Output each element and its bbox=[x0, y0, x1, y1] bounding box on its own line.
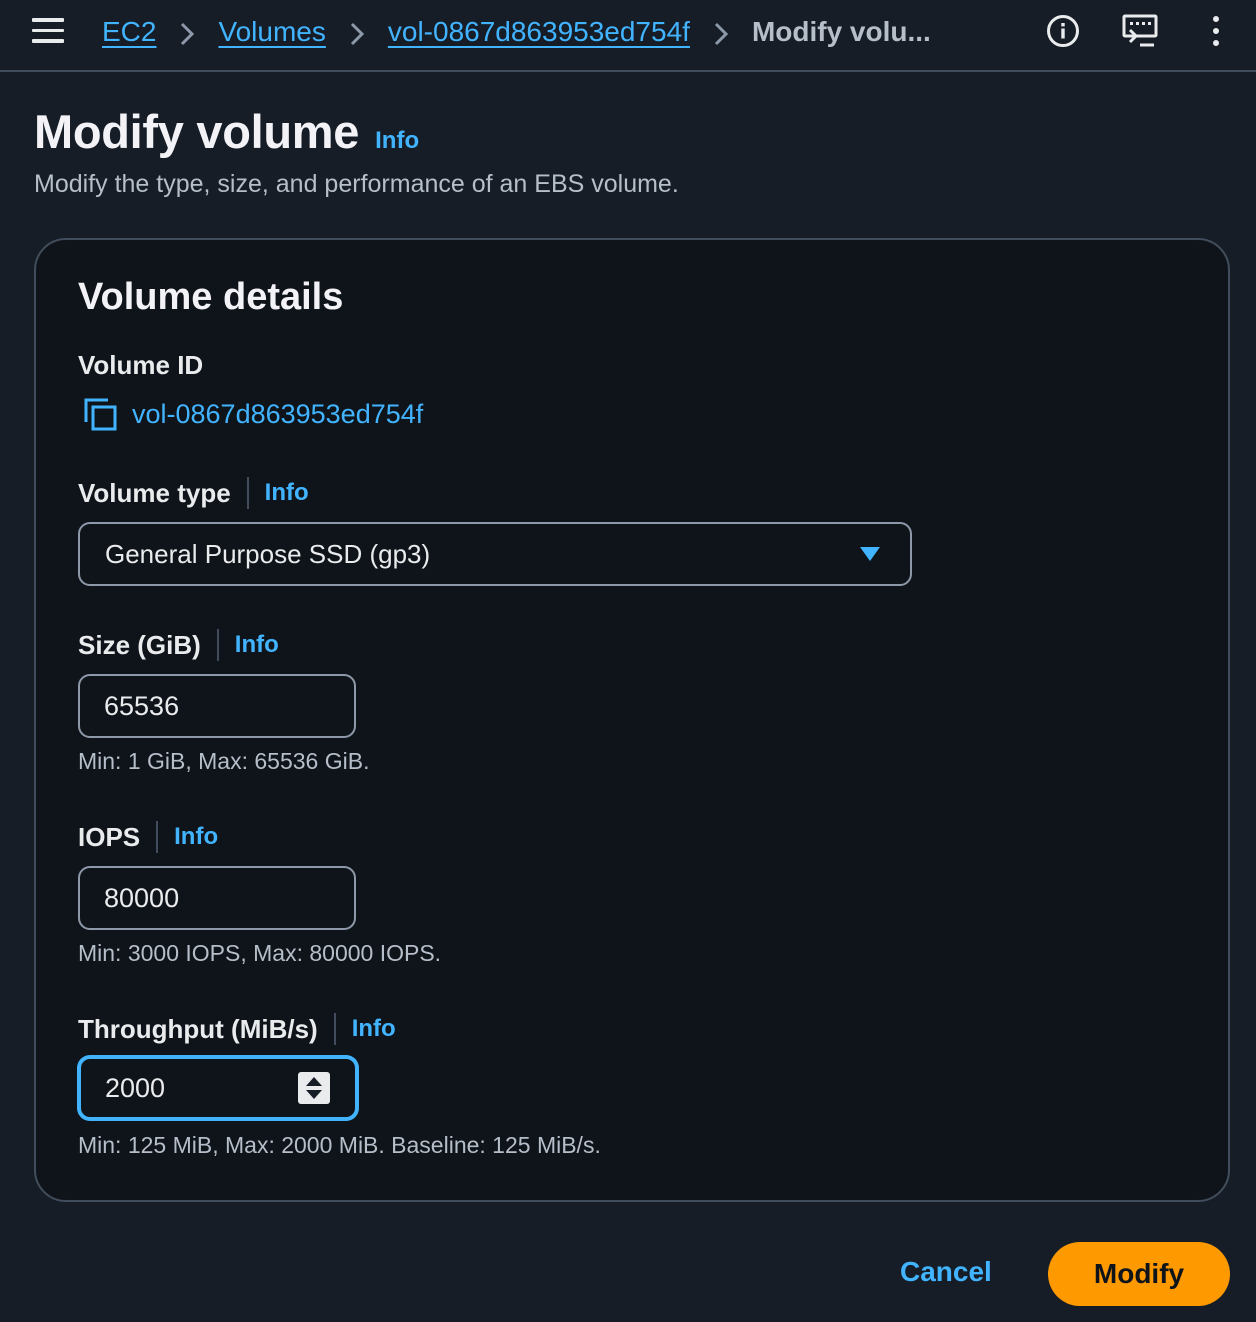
volume-details-panel: Volume details Volume ID vol-0867d863953… bbox=[34, 238, 1230, 1202]
label-divider bbox=[216, 629, 219, 661]
stepper-down-icon[interactable] bbox=[306, 1090, 322, 1099]
more-vertical-icon[interactable] bbox=[1200, 14, 1234, 48]
volume-id-link[interactable]: vol-0867d863953ed754f bbox=[132, 399, 423, 430]
size-label-text: Size (GiB) bbox=[78, 629, 201, 660]
chevron-right-icon bbox=[326, 16, 388, 48]
breadcrumb-ec2[interactable]: EC2 bbox=[102, 16, 156, 48]
page-header: Modify volume Info bbox=[34, 104, 419, 159]
throughput-hint: Min: 125 MiB, Max: 2000 MiB. Baseline: 1… bbox=[78, 1132, 601, 1158]
size-label: Size (GiB) Info bbox=[78, 629, 279, 661]
panel-title: Volume details bbox=[78, 276, 344, 318]
caret-down-icon bbox=[860, 547, 880, 561]
throughput-info-link[interactable]: Info bbox=[352, 1015, 396, 1043]
iops-label-text: IOPS bbox=[78, 821, 141, 852]
volume-type-label-text: Volume type bbox=[78, 477, 231, 508]
size-info-link[interactable]: Info bbox=[235, 631, 279, 659]
volume-type-selected: General Purpose SSD (gp3) bbox=[105, 538, 431, 569]
info-circle-icon[interactable] bbox=[1046, 14, 1080, 48]
copy-icon[interactable] bbox=[82, 396, 118, 432]
iops-label: IOPS Info bbox=[78, 821, 218, 853]
volume-type-select[interactable]: General Purpose SSD (gp3) bbox=[78, 522, 912, 586]
modify-button-label: Modify bbox=[1093, 1258, 1185, 1289]
cancel-button[interactable]: Cancel bbox=[900, 1256, 992, 1288]
throughput-label-text: Throughput (MiB/s) bbox=[78, 1013, 318, 1044]
modify-button[interactable]: Modify bbox=[1048, 1242, 1230, 1306]
chevron-right-icon bbox=[690, 16, 752, 48]
throughput-label: Throughput (MiB/s) Info bbox=[78, 1013, 396, 1045]
label-divider bbox=[333, 1013, 336, 1045]
size-input[interactable] bbox=[78, 674, 356, 738]
iops-input[interactable] bbox=[78, 866, 356, 930]
page-title: Modify volume bbox=[34, 105, 360, 158]
iops-hint: Min: 3000 IOPS, Max: 80000 IOPS. bbox=[78, 940, 442, 966]
page-info-link[interactable]: Info bbox=[375, 127, 419, 155]
breadcrumb-volume-id[interactable]: vol-0867d863953ed754f bbox=[388, 16, 690, 48]
remote-screen-icon[interactable] bbox=[1122, 14, 1158, 48]
volume-id-label: Volume ID bbox=[78, 350, 203, 381]
volume-type-label: Volume type Info bbox=[78, 477, 309, 509]
throughput-stepper[interactable] bbox=[298, 1072, 330, 1104]
breadcrumb-current: Modify volu... bbox=[751, 16, 931, 47]
stepper-up-icon[interactable] bbox=[306, 1077, 322, 1086]
iops-info-link[interactable]: Info bbox=[174, 823, 218, 851]
volume-type-info-link[interactable]: Info bbox=[265, 479, 309, 507]
top-navigation-bar: EC2 Volumes vol-0867d863953ed754f Modify… bbox=[0, 0, 1256, 72]
breadcrumb: EC2 Volumes vol-0867d863953ed754f Modify… bbox=[102, 14, 931, 50]
volume-id-row: vol-0867d863953ed754f bbox=[82, 396, 423, 432]
menu-icon[interactable] bbox=[32, 18, 64, 48]
breadcrumb-volumes[interactable]: Volumes bbox=[218, 16, 325, 48]
page-description: Modify the type, size, and performance o… bbox=[34, 170, 679, 198]
label-divider bbox=[246, 477, 249, 509]
size-hint: Min: 1 GiB, Max: 65536 GiB. bbox=[78, 748, 370, 774]
label-divider bbox=[156, 821, 159, 853]
volume-id-label-text: Volume ID bbox=[78, 350, 204, 380]
chevron-right-icon bbox=[156, 16, 218, 48]
